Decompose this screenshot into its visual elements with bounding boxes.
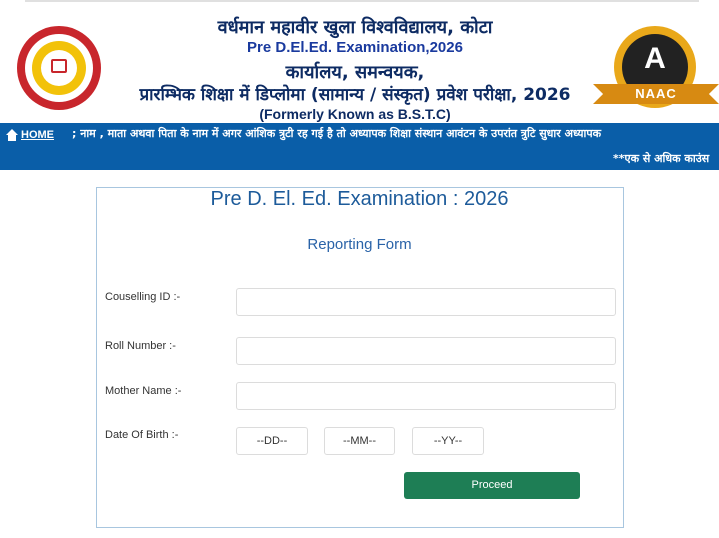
- news-marquee: ; नाम , माता अथवा पिता के नाम में अगर आं…: [72, 127, 602, 140]
- naac-logo: A NAAC: [593, 26, 719, 112]
- form-title: Pre D. El. Ed. Examination : 2026: [210, 188, 509, 210]
- office-title: कार्यालय, समन्वयक,: [285, 62, 425, 83]
- home-icon: [6, 128, 18, 141]
- book-icon: [41, 50, 77, 86]
- counselling-id-label: Couselling ID :-: [105, 291, 181, 303]
- proceed-button[interactable]: Proceed: [404, 472, 580, 499]
- notice-strip: **एक से अधिक काउंस: [0, 146, 719, 170]
- exam-title: Pre D.El.Ed. Examination,2026: [247, 39, 463, 56]
- site-header: वर्धमान महावीर खुला विश्वविद्यालय, कोटा …: [0, 2, 719, 123]
- university-logo: [17, 26, 101, 110]
- nav-bar: HOME ; नाम , माता अथवा पिता के नाम में अ…: [0, 123, 719, 146]
- dob-label: Date Of Birth :-: [105, 429, 179, 441]
- home-label: HOME: [21, 128, 54, 141]
- form-subtitle: Reporting Form: [307, 236, 412, 253]
- counselling-id-input[interactable]: [236, 288, 616, 316]
- mother-name-label: Mother Name :-: [105, 385, 182, 397]
- roll-number-input[interactable]: [236, 337, 616, 365]
- dob-day-select[interactable]: --DD--: [236, 427, 308, 455]
- formerly-known: (Formerly Known as B.S.T.C): [259, 106, 451, 122]
- notice-marquee: **एक से अधिक काउंस: [613, 152, 710, 165]
- mother-name-input[interactable]: [236, 382, 616, 410]
- university-name: वर्धमान महावीर खुला विश्वविद्यालय, कोटा: [217, 17, 493, 38]
- home-link[interactable]: HOME: [6, 126, 54, 143]
- dob-month-select[interactable]: --MM--: [324, 427, 395, 455]
- naac-grade: A: [644, 42, 666, 75]
- roll-number-label: Roll Number :-: [105, 340, 176, 352]
- exam-title-hindi: प्रारम्भिक शिक्षा में डिप्लोमा (सामान्य …: [139, 85, 571, 105]
- dob-year-select[interactable]: --YY--: [412, 427, 484, 455]
- naac-label: NAAC: [635, 86, 677, 101]
